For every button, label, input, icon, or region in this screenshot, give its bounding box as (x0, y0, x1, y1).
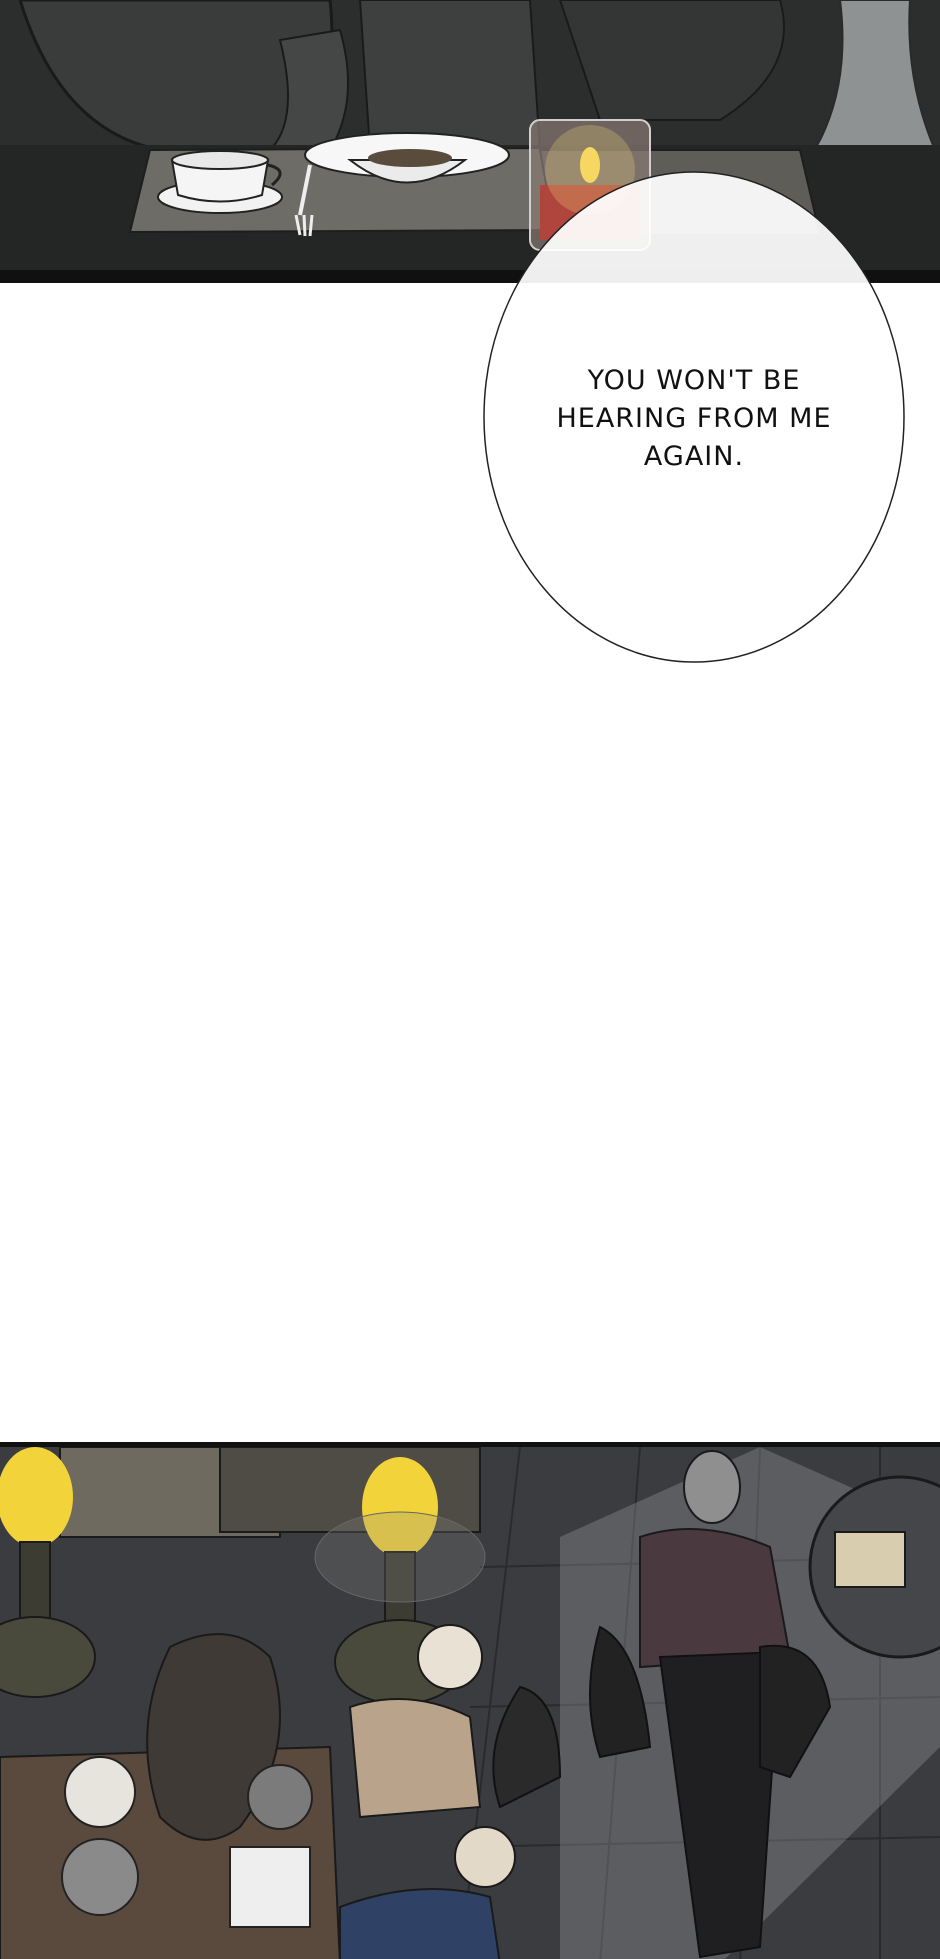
speech-bubble-text: YOU WON'T BE HEARING FROM ME AGAIN. (556, 365, 832, 472)
bottom-panel-restaurant-scene (0, 1442, 940, 1959)
restaurant-overhead-illustration (0, 1447, 940, 1959)
